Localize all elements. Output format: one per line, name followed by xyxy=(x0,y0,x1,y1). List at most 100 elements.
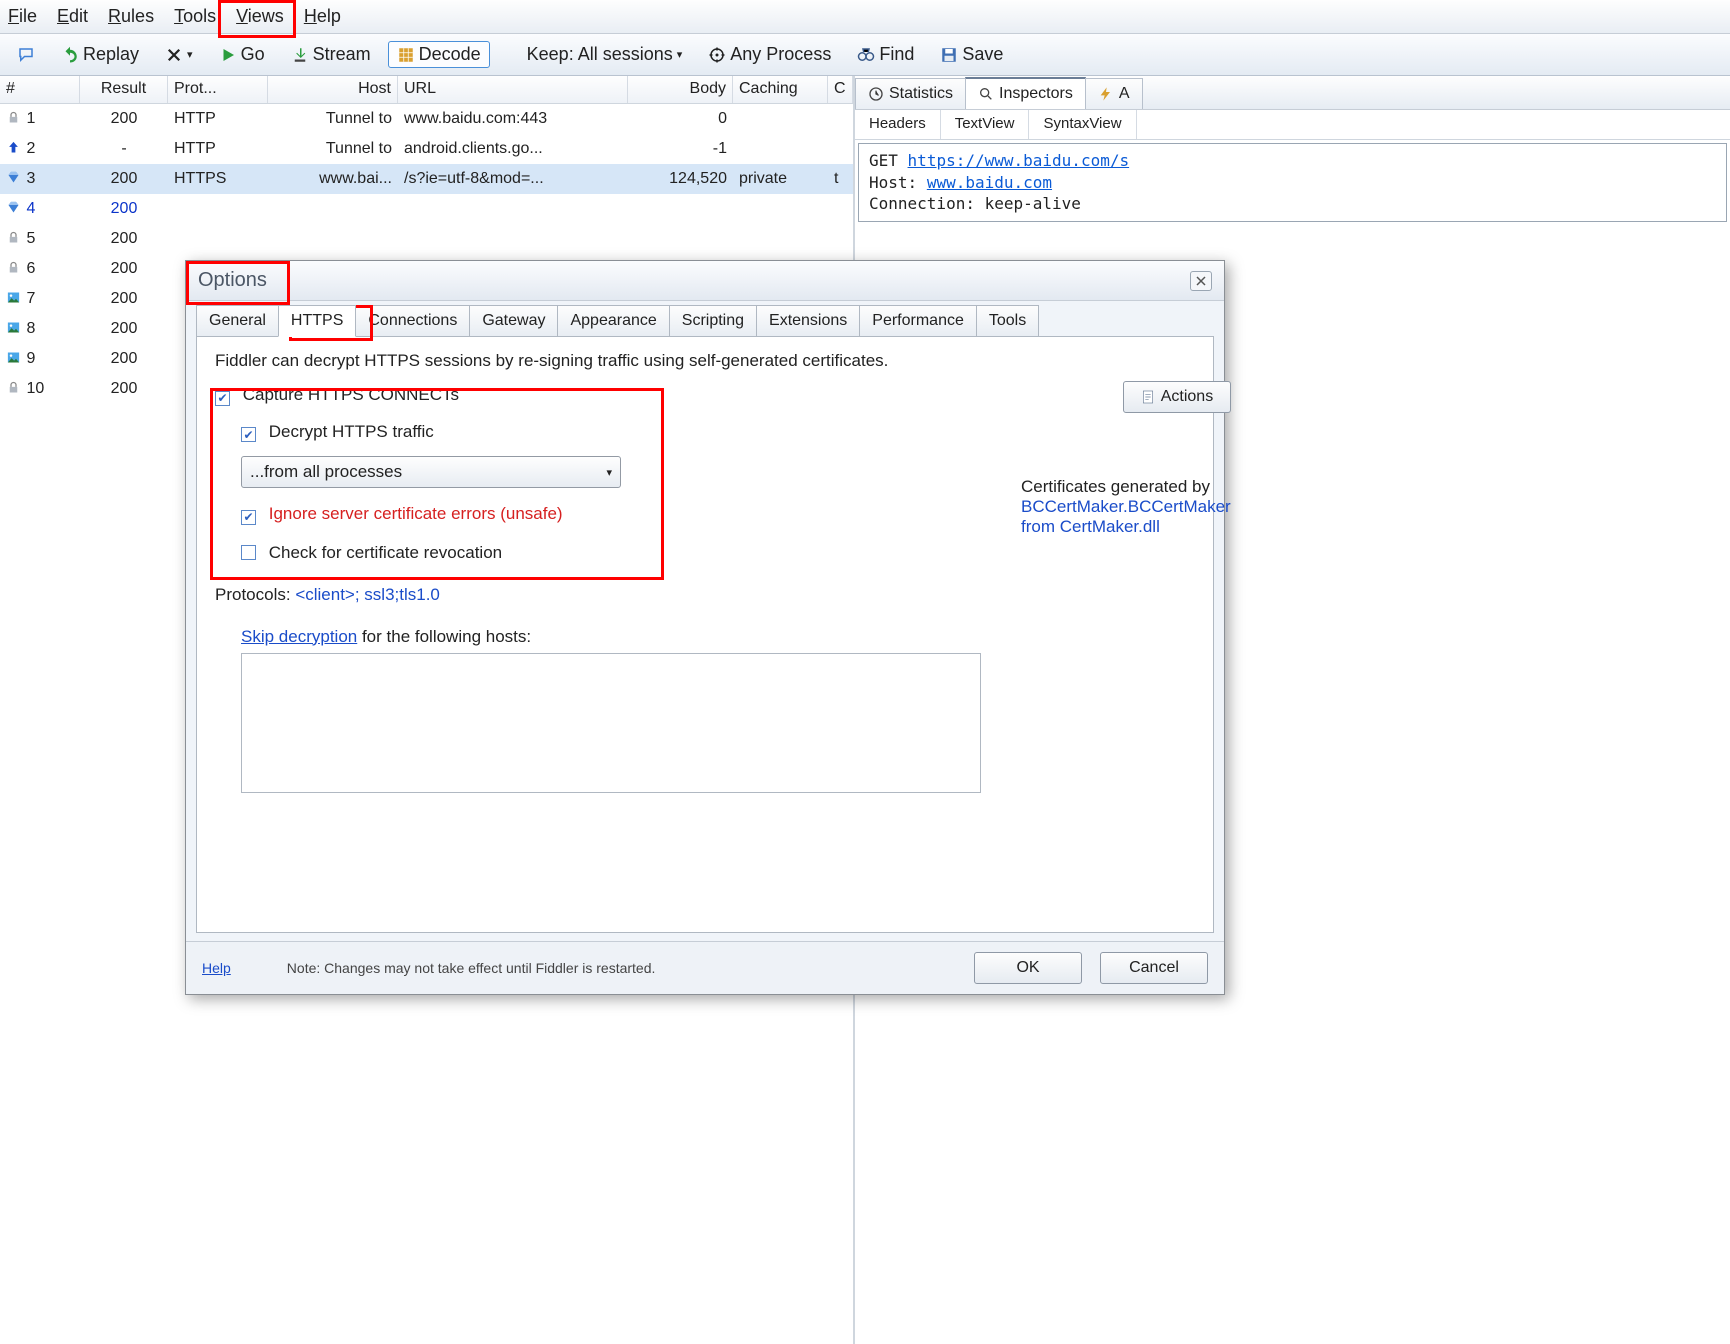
highlight-https-options xyxy=(210,388,664,580)
tab-statistics[interactable]: Statistics xyxy=(855,78,966,109)
raw-conn: Connection: keep-alive xyxy=(869,194,1081,213)
lock-icon xyxy=(6,380,22,396)
remove-button[interactable]: ▾ xyxy=(156,43,202,67)
skip-decryption-link[interactable]: Skip decryption xyxy=(241,627,357,646)
dialog-tabs: General HTTPS Connections Gateway Appear… xyxy=(186,305,1224,337)
protocols-value[interactable]: <client>; ssl3;tls1.0 xyxy=(295,585,440,604)
anyprocess-label: Any Process xyxy=(730,44,831,65)
col-c[interactable]: C xyxy=(828,76,853,103)
diamond-icon xyxy=(6,200,22,216)
stream-label: Stream xyxy=(313,44,371,65)
bolt-icon xyxy=(1098,86,1114,102)
subtab-syntaxview[interactable]: SyntaxView xyxy=(1029,110,1136,139)
subtab-headers[interactable]: Headers xyxy=(855,110,941,139)
img-icon xyxy=(6,350,22,366)
raw-host-label: Host: xyxy=(869,173,917,192)
col-protocol[interactable]: Prot... xyxy=(168,76,268,103)
raw-host[interactable]: www.baidu.com xyxy=(927,173,1052,192)
tab-performance[interactable]: Performance xyxy=(859,305,977,337)
actions-button[interactable]: Actions xyxy=(1123,381,1231,413)
col-host[interactable]: Host xyxy=(268,76,398,103)
col-url[interactable]: URL xyxy=(398,76,628,103)
ok-button[interactable]: OK xyxy=(974,952,1082,984)
anyprocess-button[interactable]: Any Process xyxy=(699,41,840,68)
save-button[interactable]: Save xyxy=(931,41,1012,68)
skip-hosts-textarea[interactable] xyxy=(241,653,981,793)
replay-icon xyxy=(61,46,79,64)
magnifier-icon xyxy=(978,86,994,102)
tab-extensions[interactable]: Extensions xyxy=(756,305,860,337)
go-label: Go xyxy=(241,44,265,65)
options-dialog: Options General HTTPS Connections Gatewa… xyxy=(185,260,1225,995)
img-icon xyxy=(6,290,22,306)
actions-label: Actions xyxy=(1161,388,1213,406)
toolbar: Replay ▾ Go Stream Decode Keep: All sess… xyxy=(0,34,1730,76)
find-button[interactable]: Find xyxy=(848,41,923,68)
decode-label: Decode xyxy=(419,44,481,65)
grid-icon xyxy=(397,46,415,64)
request-raw: GET https://www.baidu.com/s Host: www.ba… xyxy=(858,143,1727,222)
tab-autoresponder[interactable]: A xyxy=(1085,78,1143,109)
decode-button[interactable]: Decode xyxy=(388,41,490,68)
raw-method: GET xyxy=(869,151,898,170)
keep-dropdown[interactable]: Keep: All sessions ▾ xyxy=(518,41,692,68)
menu-rules[interactable]: Rules xyxy=(108,6,154,27)
tab-scripting[interactable]: Scripting xyxy=(669,305,757,337)
keep-label: Keep: All sessions xyxy=(527,44,673,65)
stream-button[interactable]: Stream xyxy=(282,41,380,68)
session-row[interactable]: 1200HTTPTunnel towww.baidu.com:4430 xyxy=(0,104,853,134)
help-link[interactable]: Help xyxy=(202,960,231,976)
tab-inspectors-label: Inspectors xyxy=(999,85,1073,103)
tab-appearance[interactable]: Appearance xyxy=(557,305,669,337)
session-columns: # Result Prot... Host URL Body Caching C xyxy=(0,76,853,104)
binoculars-icon xyxy=(857,46,875,64)
menu-file[interactable]: File xyxy=(8,6,37,27)
https-intro: Fiddler can decrypt HTTPS sessions by re… xyxy=(215,351,1195,371)
img-icon xyxy=(6,320,22,336)
dialog-footer: Help Note: Changes may not take effect u… xyxy=(186,941,1224,994)
certgen-label: Certificates generated by xyxy=(1021,477,1210,496)
download-icon xyxy=(291,46,309,64)
subtab-textview[interactable]: TextView xyxy=(941,110,1030,139)
menu-tools[interactable]: Tools xyxy=(174,6,216,27)
comment-button[interactable] xyxy=(8,43,44,67)
save-label: Save xyxy=(962,44,1003,65)
tab-https[interactable]: HTTPS xyxy=(278,305,356,337)
dialog-close-button[interactable] xyxy=(1190,271,1212,291)
tab-inspectors[interactable]: Inspectors xyxy=(965,77,1086,109)
tab-gateway[interactable]: Gateway xyxy=(469,305,558,337)
col-body[interactable]: Body xyxy=(628,76,733,103)
go-button[interactable]: Go xyxy=(210,41,274,68)
col-result[interactable]: Result xyxy=(80,76,168,103)
lock-icon xyxy=(6,260,22,276)
tab-tools[interactable]: Tools xyxy=(976,305,1039,337)
close-icon xyxy=(1195,275,1207,287)
floppy-icon xyxy=(940,46,958,64)
tab-auto-label: A xyxy=(1119,85,1130,103)
session-row[interactable]: 4200 xyxy=(0,194,853,224)
up-icon xyxy=(6,140,22,156)
diamond-icon xyxy=(6,170,22,186)
protocols-label: Protocols: xyxy=(215,585,295,604)
cancel-button[interactable]: Cancel xyxy=(1100,952,1208,984)
session-row[interactable]: 2-HTTPTunnel toandroid.clients.go...-1 xyxy=(0,134,853,164)
menu-edit[interactable]: Edit xyxy=(57,6,88,27)
raw-url[interactable]: https://www.baidu.com/s xyxy=(908,151,1130,170)
certgen-link[interactable]: BCCertMaker.BCCertMaker from CertMaker.d… xyxy=(1021,497,1231,536)
clock-icon xyxy=(868,86,884,102)
highlight-options-title xyxy=(186,261,290,305)
tab-general[interactable]: General xyxy=(196,305,279,337)
play-icon xyxy=(219,46,237,64)
replay-button[interactable]: Replay xyxy=(52,41,148,68)
lock-icon xyxy=(6,110,22,126)
menu-help[interactable]: Help xyxy=(304,6,341,27)
replay-label: Replay xyxy=(83,44,139,65)
restart-note: Note: Changes may not take effect until … xyxy=(287,960,656,976)
bubble-icon xyxy=(17,46,35,64)
page-icon xyxy=(1140,389,1156,405)
col-num[interactable]: # xyxy=(0,76,80,103)
highlight-tools-menu xyxy=(218,0,296,38)
col-caching[interactable]: Caching xyxy=(733,76,828,103)
session-row[interactable]: 3200HTTPSwww.bai.../s?ie=utf-8&mod=...12… xyxy=(0,164,853,194)
session-row[interactable]: 5200 xyxy=(0,224,853,254)
